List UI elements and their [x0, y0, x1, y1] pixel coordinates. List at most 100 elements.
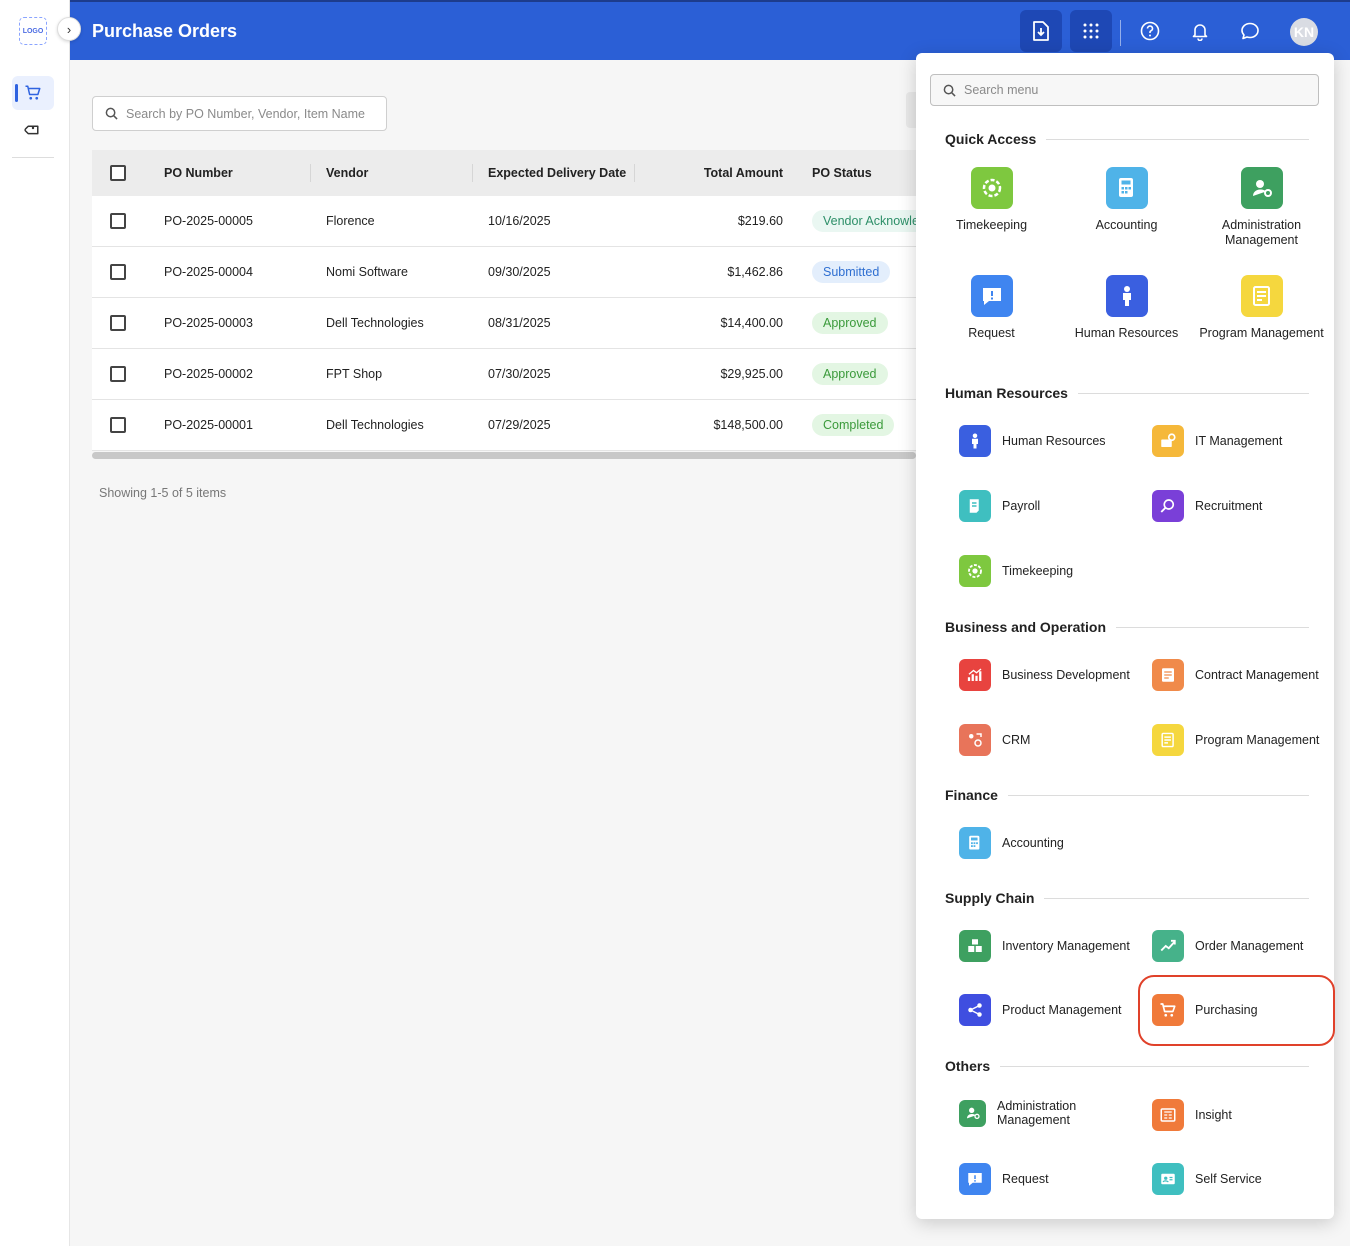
- vendor: Dell Technologies: [326, 418, 424, 432]
- quick-access-accounting[interactable]: Accounting: [1059, 167, 1194, 233]
- menu-search-field[interactable]: [930, 74, 1319, 106]
- header-po-status[interactable]: PO Status: [812, 150, 916, 196]
- menu-item-payroll[interactable]: Payroll: [959, 490, 1132, 522]
- menu-item-self-service[interactable]: Self Service: [1152, 1163, 1325, 1195]
- section-supply-chain: Supply Chain: [945, 888, 1309, 908]
- accounting-icon: [959, 827, 991, 859]
- row-checkbox[interactable]: [110, 264, 126, 280]
- po-search-field[interactable]: [92, 96, 387, 131]
- menu-item-label: Timekeeping: [1002, 564, 1074, 578]
- menu-item-label: Product Management: [1002, 1003, 1122, 1017]
- menu-item-it-management[interactable]: IT Management: [1152, 425, 1325, 457]
- vendor: Florence: [326, 214, 375, 228]
- table-row[interactable]: PO-2025-00002 FPT Shop 07/30/2025 $29,92…: [92, 349, 916, 400]
- menu-item-label: Order Management: [1195, 939, 1304, 953]
- timekeeping-icon: [970, 167, 1013, 209]
- app-label: Human Resources: [1074, 326, 1179, 340]
- section-title: Quick Access: [945, 131, 1037, 147]
- row-checkbox[interactable]: [110, 417, 126, 433]
- left-rail: LOGO: [0, 0, 70, 1246]
- delivery-date: 10/16/2025: [488, 214, 551, 228]
- program-management-icon: [1240, 275, 1283, 317]
- menu-item-insight[interactable]: Insight: [1152, 1099, 1325, 1131]
- menu-item-order-management[interactable]: Order Management: [1152, 930, 1325, 962]
- menu-item-program-management[interactable]: Program Management: [1152, 724, 1325, 756]
- header-vendor[interactable]: Vendor: [326, 150, 368, 196]
- status-badge: Approved: [812, 312, 888, 334]
- row-checkbox[interactable]: [110, 315, 126, 331]
- download-button[interactable]: [1020, 10, 1062, 52]
- delivery-date: 08/31/2025: [488, 316, 551, 330]
- product-management-icon: [959, 994, 991, 1026]
- menu-item-label: Payroll: [1002, 499, 1041, 513]
- menu-item-recruitment[interactable]: Recruitment: [1152, 490, 1325, 522]
- menu-item-administration-management[interactable]: Administration Management: [959, 1099, 1127, 1127]
- table-row[interactable]: PO-2025-00001 Dell Technologies 07/29/20…: [92, 400, 916, 451]
- section-title: Supply Chain: [945, 890, 1035, 906]
- top-bar: Purchase Orders KN: [70, 0, 1350, 60]
- rail-divider: [12, 157, 54, 158]
- menu-item-human-resources[interactable]: Human Resources: [959, 425, 1132, 457]
- menu-item-accounting[interactable]: Accounting: [959, 827, 1132, 859]
- vendor: FPT Shop: [326, 367, 383, 381]
- logo: LOGO: [19, 17, 47, 45]
- insight-icon: [1152, 1099, 1184, 1131]
- column-separator[interactable]: [310, 164, 311, 182]
- table-row[interactable]: PO-2025-00003 Dell Technologies 08/31/20…: [92, 298, 916, 349]
- apps-menu-panel: Quick Access Timekeeping Accounting Admi…: [916, 53, 1335, 1219]
- row-checkbox[interactable]: [110, 366, 126, 382]
- rail-item-purchasing[interactable]: [12, 76, 54, 110]
- search-icon: [943, 84, 956, 97]
- header-po-number[interactable]: PO Number: [164, 150, 233, 196]
- header-total-amount[interactable]: Total Amount: [652, 150, 783, 196]
- menu-item-contract-management[interactable]: Contract Management: [1152, 659, 1325, 691]
- status-cell: Approved: [812, 349, 916, 399]
- total-amount: $219.60: [737, 214, 783, 228]
- horizontal-scrollbar[interactable]: [92, 452, 916, 459]
- business-development-icon: [959, 659, 991, 691]
- purchasing-highlight-outline: [1138, 975, 1335, 1046]
- table-row[interactable]: PO-2025-00005 Florence 10/16/2025 $219.6…: [92, 196, 916, 247]
- menu-item-label: Business Development: [1002, 668, 1130, 682]
- menu-item-business-development[interactable]: Business Development: [959, 659, 1132, 691]
- notifications-button[interactable]: [1189, 20, 1211, 42]
- expand-sidebar-button[interactable]: ›: [57, 17, 81, 41]
- table-header: PO Number Vendor Expected Delivery Date …: [92, 150, 916, 196]
- menu-search-input[interactable]: [964, 83, 1304, 97]
- tag-icon: [24, 122, 42, 140]
- app-label: Timekeeping: [955, 218, 1028, 232]
- help-button[interactable]: [1139, 20, 1161, 42]
- status-badge: Submitted: [812, 261, 891, 283]
- recruitment-icon: [1152, 490, 1184, 522]
- menu-item-label: Insight: [1195, 1108, 1232, 1122]
- menu-item-timekeeping[interactable]: Timekeeping: [959, 555, 1132, 587]
- column-separator[interactable]: [472, 164, 473, 182]
- chat-button[interactable]: [1239, 20, 1261, 42]
- quick-access-human-resources[interactable]: Human Resources: [1059, 275, 1194, 341]
- section-quick-access: Quick Access: [945, 129, 1309, 149]
- row-checkbox[interactable]: [110, 213, 126, 229]
- quick-access-administration-management[interactable]: Administration Management: [1194, 167, 1329, 248]
- row-checkbox-cell: [110, 298, 126, 348]
- apps-menu-button[interactable]: [1070, 10, 1112, 52]
- po-number: PO-2025-00001: [164, 418, 253, 432]
- menu-item-crm[interactable]: CRM: [959, 724, 1132, 756]
- chevron-right-icon: ›: [66, 21, 72, 37]
- po-search-input[interactable]: [126, 106, 376, 121]
- quick-access-request[interactable]: Request: [924, 275, 1059, 341]
- menu-item-product-management[interactable]: Product Management: [959, 994, 1132, 1026]
- quick-access-timekeeping[interactable]: Timekeeping: [924, 167, 1059, 233]
- column-separator[interactable]: [634, 164, 635, 182]
- quick-access-program-management[interactable]: Program Management: [1194, 275, 1329, 341]
- vendor: Dell Technologies: [326, 316, 424, 330]
- menu-item-request[interactable]: Request: [959, 1163, 1132, 1195]
- header-expected-delivery-date[interactable]: Expected Delivery Date: [488, 150, 626, 196]
- table-row[interactable]: PO-2025-00004 Nomi Software 09/30/2025 $…: [92, 247, 916, 298]
- section-title: Others: [945, 1058, 991, 1074]
- menu-item-inventory-management[interactable]: Inventory Management: [959, 930, 1132, 962]
- section-title: Business and Operation: [945, 619, 1107, 635]
- rail-item-tags[interactable]: [12, 114, 54, 148]
- avatar[interactable]: KN: [1290, 18, 1318, 46]
- order-management-icon: [1152, 930, 1184, 962]
- select-all-checkbox[interactable]: [110, 165, 126, 181]
